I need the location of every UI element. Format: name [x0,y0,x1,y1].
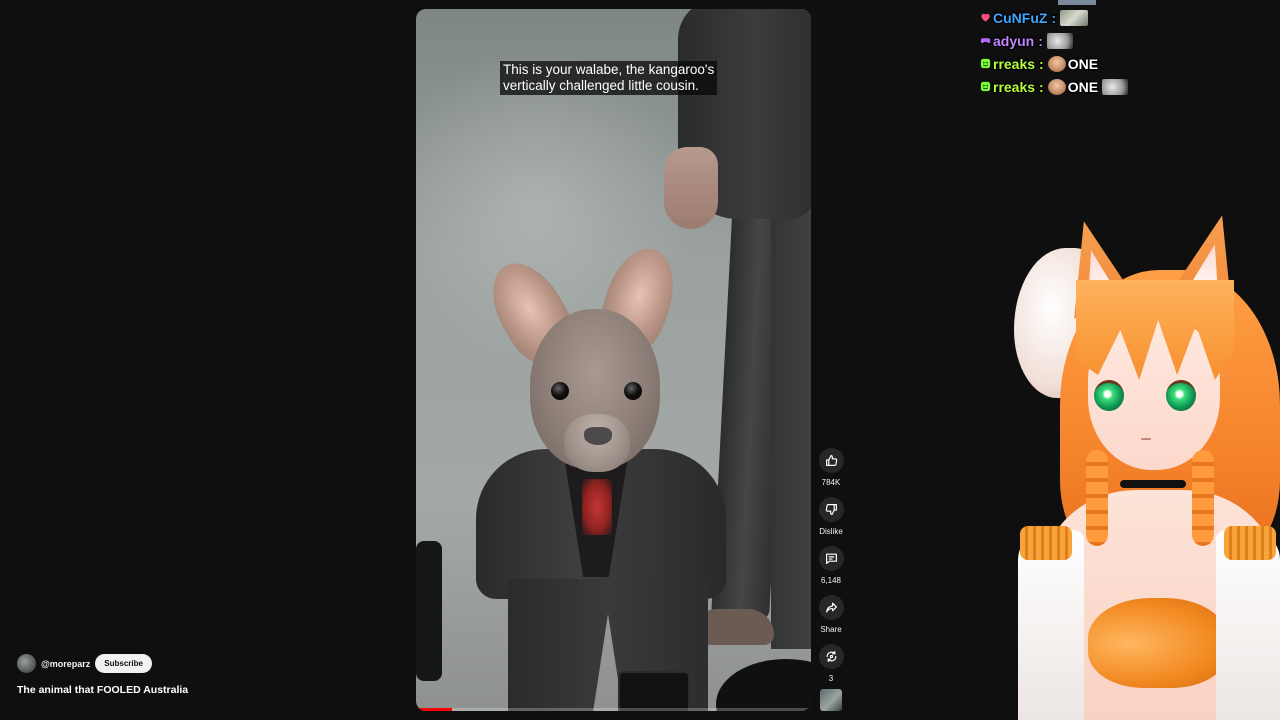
sound-thumbnail[interactable] [820,689,842,711]
chat-emote [1047,55,1066,72]
thumbs-up-icon [825,455,837,466]
shirt-print [582,479,612,535]
chat-emote [1060,9,1089,26]
channel-handle[interactable]: @moreparz [41,659,90,669]
background-person-shoe [698,609,774,645]
controller-icon [980,38,991,44]
avatar-braid [1086,450,1108,546]
like-count: 784K [821,478,841,487]
share-label: Share [820,625,842,634]
channel-info: @moreparz Subscribe [17,654,152,673]
remix-action: 3 [814,644,848,684]
share-icon [825,602,837,613]
chat-username[interactable]: rreaks [993,79,1035,95]
comments-button[interactable] [818,546,844,571]
chat-message: rreaks: ONE [980,52,1128,75]
chat-message: CuNFuZ: [980,6,1128,29]
smiley-icon [980,81,991,92]
channel-avatar[interactable] [17,654,36,673]
chat-username[interactable]: adyun [993,33,1034,49]
chat-emote [1102,78,1129,95]
dislike-label: Dislike [819,527,843,536]
shorts-video-player[interactable]: This is your walabe, the kangaroo's vert… [416,9,811,711]
vtuber-avatar [1010,210,1280,720]
avatar-braid [1192,450,1214,546]
avatar-epaulette [1224,526,1276,560]
chat-emote [1058,0,1096,5]
share-button[interactable] [818,595,844,620]
background-person-leg [771,179,811,649]
avatar-epaulette [1020,526,1072,560]
chat-colon: : [1051,9,1057,26]
avatar-mouth [1141,438,1151,440]
like-action: 784K [814,448,848,488]
video-caption: This is your walabe, the kangaroo's vert… [500,61,718,95]
like-button[interactable] [818,448,844,473]
kangaroo-nose [584,427,612,445]
subscribe-button[interactable]: Subscribe [95,654,152,673]
share-action: Share [814,595,848,635]
video-progress-bar[interactable] [416,708,811,711]
remix-button[interactable] [818,644,844,669]
thumbs-down-icon [825,504,837,515]
remix-icon [826,651,836,662]
stream-chat: CuNFuZ: adyun: rreaks: ONE rreaks: ONE [980,6,1129,98]
chat-message: rreaks: ONE [980,75,1129,98]
kangaroo-eye [624,382,642,400]
chat-text: ONE [1067,78,1099,95]
chat-message: adyun: [980,29,1128,52]
short-title[interactable]: The animal that FOOLED Australia [17,684,188,696]
comments-count: 6,148 [820,576,842,585]
chat-emote [1047,78,1066,95]
dislike-action: Dislike [814,497,848,537]
avatar-eye [1166,380,1196,411]
chat-emote [1046,32,1073,49]
smiley-icon [980,58,991,69]
audience-head [716,659,811,711]
chat-colon: : [1039,55,1044,72]
chat-username[interactable]: rreaks [993,56,1035,72]
background-person-hand [664,147,718,229]
comments-action: 6,148 [814,546,848,586]
avatar-choker [1120,480,1186,488]
shorts-action-bar: 784K Dislike 6,148 Share 3 [814,448,848,693]
avatar-eye [1094,380,1124,411]
chat-username[interactable]: CuNFuZ [993,10,1047,26]
chat-text: ONE [1067,55,1099,72]
audience-phone [618,671,690,711]
chat-colon: : [1039,78,1044,95]
video-progress-fill [416,708,452,711]
heart-icon [981,13,990,22]
dislike-button[interactable] [818,497,844,522]
kangaroo-eye [551,382,569,400]
tripod [416,541,442,681]
chat-colon: : [1038,32,1043,49]
remix-count: 3 [828,674,834,683]
comment-icon [825,553,837,564]
avatar-top [1088,598,1228,688]
